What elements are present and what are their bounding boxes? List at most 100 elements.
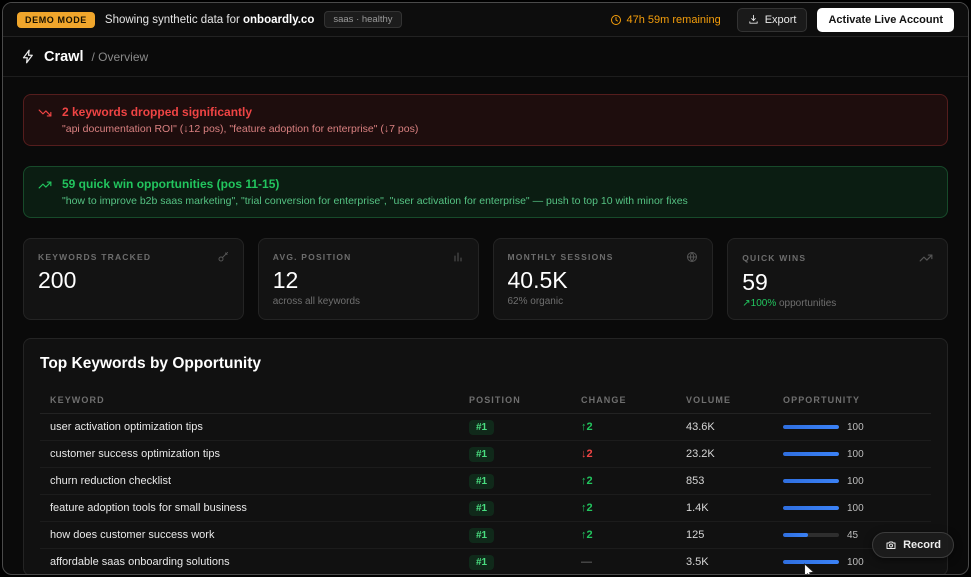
site-health-tag: saas · healthy <box>324 11 402 28</box>
alert-body: 2 keywords dropped significantly "api do… <box>62 105 418 135</box>
table-row[interactable]: churn reduction checklist #1 ↑2 853 100 <box>40 467 931 495</box>
export-button-label: Export <box>764 13 797 26</box>
main-content: 2 keywords dropped significantly "api do… <box>3 77 968 575</box>
activate-live-account-button[interactable]: Activate Live Account <box>817 7 954 32</box>
stat-sub-accent: ↗100% <box>742 298 777 310</box>
bar-chart-icon <box>452 251 464 263</box>
column-header-change: CHANGE <box>571 387 676 414</box>
position-cell: #1 <box>459 413 571 441</box>
breadcrumb: / Overview <box>91 49 149 64</box>
table-title: Top Keywords by Opportunity <box>40 355 262 372</box>
opportunity-bar <box>783 425 839 429</box>
volume-cell: 853 <box>676 467 773 495</box>
position-badge: #1 <box>469 501 495 516</box>
stat-card-quick-wins: QUICK WINS 59 ↗100% opportunities <box>727 238 948 320</box>
position-badge: #1 <box>469 555 495 570</box>
opportunity-value: 100 <box>847 556 864 568</box>
keyword-cell: feature adoption tools for small busines… <box>40 494 459 522</box>
banner-text-prefix: Showing synthetic data for <box>104 13 240 26</box>
stat-label: AVG. POSITION <box>272 252 352 262</box>
banner-left: DEMO MODE Showing synthetic data for onb… <box>17 11 402 28</box>
stat-label: QUICK WINS <box>742 253 807 263</box>
keywords-table: KEYWORD POSITION CHANGE VOLUME OPPORTUNITY u… <box>40 387 931 575</box>
stats-row: KEYWORDS TRACKED 200 AVG. POSITION 12 ac… <box>23 238 948 320</box>
record-button-label: Record <box>903 539 941 551</box>
trend-down-icon <box>38 106 52 135</box>
stat-label: KEYWORDS TRACKED <box>38 252 152 262</box>
table-row[interactable]: user activation optimization tips #1 ↑2 … <box>40 413 931 441</box>
volume-cell: 3.5K <box>686 556 709 568</box>
change-cell: ↑2 <box>571 467 676 495</box>
volume-cell: 43.6K <box>676 413 773 441</box>
stat-card-keywords-tracked: KEYWORDS TRACKED 200 <box>23 238 244 320</box>
table-row[interactable]: affordable saas onboarding solutions #1 … <box>40 549 931 575</box>
position-cell: #1 <box>459 467 571 495</box>
opportunity-bar <box>783 452 839 456</box>
keywords-dropped-alert: 2 keywords dropped significantly "api do… <box>23 94 948 146</box>
time-remaining-label: 47h 59m remaining <box>626 13 721 26</box>
stat-card-avg-position: AVG. POSITION 12 across all keywords <box>257 238 479 320</box>
page-header: Crawl / Overview <box>3 37 968 77</box>
keyword-cell: user activation optimization tips <box>40 413 459 441</box>
alert-title: 2 keywords dropped significantly <box>62 105 253 119</box>
record-button[interactable]: Record <box>872 532 954 558</box>
opportunity-value: 100 <box>847 421 864 433</box>
trend-up-icon <box>919 251 933 265</box>
volume-cell: 1.4K <box>676 494 773 522</box>
camera-icon <box>885 539 897 551</box>
position-badge: #1 <box>469 447 495 462</box>
stat-sub: 62% organic <box>507 296 564 308</box>
top-keywords-card: Top Keywords by Opportunity KEYWORD POSIT… <box>23 338 948 575</box>
change-cell: — <box>581 556 592 568</box>
alert-title: 59 quick win opportunities (pos 11-15) <box>62 177 280 191</box>
opportunity-bar <box>783 506 839 510</box>
alert-body: 59 quick win opportunities (pos 11-15) "… <box>62 177 688 207</box>
volume-cell: 23.2K <box>676 440 773 468</box>
position-badge: #1 <box>469 420 495 435</box>
quick-win-alert: 59 quick win opportunities (pos 11-15) "… <box>23 166 948 218</box>
stat-label: MONTHLY SESSIONS <box>507 252 614 262</box>
keyword-cell: how does customer success work <box>40 521 459 549</box>
position-cell: #1 <box>459 549 571 575</box>
key-icon <box>217 251 229 263</box>
change-cell: ↑2 <box>571 521 676 549</box>
table-row[interactable]: how does customer success work #1 ↑2 125… <box>40 521 931 549</box>
position-cell: #1 <box>459 494 571 522</box>
position-cell: #1 <box>459 521 571 549</box>
demo-banner: DEMO MODE Showing synthetic data for onb… <box>3 3 968 37</box>
column-header-keyword: KEYWORD <box>40 387 459 414</box>
position-cell: #1 <box>459 440 571 468</box>
opportunity-bar <box>783 479 839 483</box>
export-button[interactable]: Export <box>736 7 808 32</box>
page-title: Crawl <box>44 48 84 65</box>
opportunity-cell: 100 <box>773 467 931 495</box>
stat-value: 12 <box>272 267 299 293</box>
opportunity-cell: 100 <box>773 494 931 522</box>
stat-sub: across all keywords <box>272 296 361 308</box>
banner-text: Showing synthetic data for onboardly.co <box>105 14 314 26</box>
trend-up-icon <box>38 178 52 207</box>
opportunity-value: 45 <box>847 529 859 541</box>
column-header-opportunity: OPPORTUNITY <box>773 387 931 414</box>
volume-cell: 125 <box>676 521 773 549</box>
stat-value: 200 <box>38 267 77 293</box>
change-cell: ↓2 <box>571 440 676 468</box>
stat-value: 59 <box>742 269 768 295</box>
opportunity-value: 100 <box>847 448 864 460</box>
opportunity-bar <box>783 533 839 537</box>
opportunity-value: 100 <box>847 502 864 514</box>
table-body: user activation optimization tips #1 ↑2 … <box>40 413 931 575</box>
opportunity-value: 100 <box>847 475 864 487</box>
column-header-volume: VOLUME <box>676 387 773 414</box>
time-remaining: 47h 59m remaining <box>610 14 721 26</box>
download-icon <box>748 14 759 25</box>
clock-icon <box>610 14 622 26</box>
change-cell: ↑2 <box>571 413 676 441</box>
table-row[interactable]: customer success optimization tips #1 ↓2… <box>40 440 931 468</box>
change-cell: ↑2 <box>571 494 676 522</box>
app-window: DEMO MODE Showing synthetic data for onb… <box>2 2 969 575</box>
stat-value: 40.5K <box>507 267 568 293</box>
column-header-position: POSITION <box>459 387 571 414</box>
alert-detail: "api documentation ROI" (↓12 pos), "feat… <box>62 123 419 135</box>
table-row[interactable]: feature adoption tools for small busines… <box>40 494 931 522</box>
